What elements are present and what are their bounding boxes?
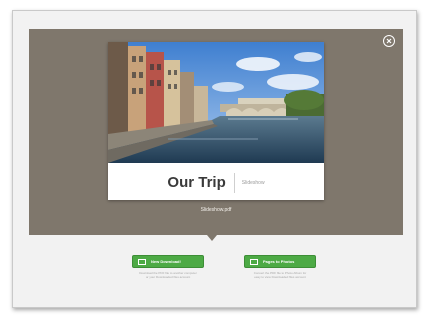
close-icon — [386, 38, 392, 44]
document-subtitle: Slideshow — [241, 180, 265, 186]
pages-to-photos-label: Pages to Photos — [263, 259, 295, 264]
pages-to-photos-action: Pages to Photos Convert the PDF file to … — [235, 255, 325, 279]
file-name: Slideshow.pdf — [200, 207, 232, 213]
photo-icon — [250, 258, 258, 265]
new-download-note: Download the PDF file to another compute… — [123, 271, 213, 279]
pages-to-photos-note: Convert the PDF file to Photo Album for … — [235, 271, 325, 279]
cover-photo — [108, 42, 324, 163]
ipad-screen: Our Trip Slideshow Slideshow.pdf New Dow… — [12, 10, 417, 308]
pointer-arrow — [207, 235, 217, 241]
document-title: Our Trip — [167, 173, 235, 193]
new-download-note-line2: or your Downloaded files account — [145, 275, 191, 279]
close-button[interactable] — [383, 35, 395, 47]
download-icon — [138, 258, 146, 265]
pages-to-photos-button[interactable]: Pages to Photos — [244, 255, 316, 268]
new-download-button[interactable]: New Download! — [132, 255, 204, 268]
document-viewer: Our Trip Slideshow Slideshow.pdf — [29, 29, 403, 235]
pages-to-photos-note-line2: easy to view Downloaded files account — [254, 275, 306, 279]
new-download-label: New Download! — [151, 259, 181, 264]
document-preview[interactable]: Our Trip Slideshow — [108, 42, 324, 200]
title-bar: Our Trip Slideshow — [108, 166, 324, 200]
new-download-action: New Download! Download the PDF file to a… — [123, 255, 213, 279]
